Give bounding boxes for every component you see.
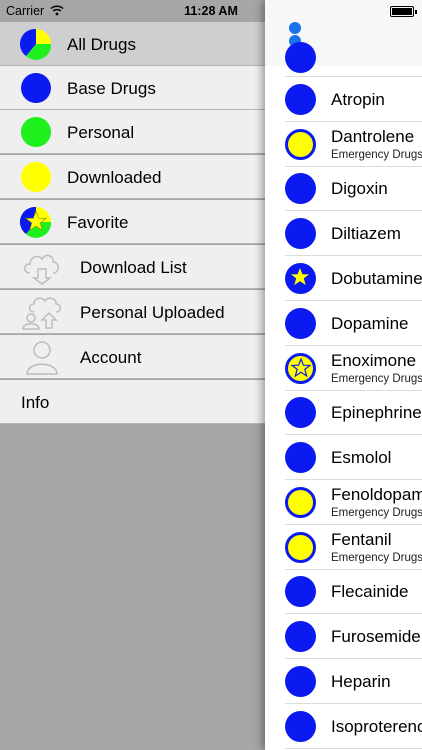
drug-row[interactable]: Furosemide [265, 614, 422, 659]
drug-color-icon [285, 487, 316, 518]
drug-row[interactable]: Fentanil Emergency Drugs [265, 525, 422, 570]
drug-name: Diltiazem [331, 224, 401, 243]
drug-row[interactable]: Flecainide [265, 569, 422, 614]
drug-name: Dantrolene [331, 127, 415, 146]
star-icon [291, 358, 311, 378]
drug-row[interactable]: Diltiazem [265, 211, 422, 256]
menu-item-label: Download List [80, 258, 187, 277]
side-menu: All Drugs Base Drugs Personal Downloaded… [0, 0, 265, 750]
menu-item-label: Personal Uploaded [80, 303, 225, 322]
drug-name: Furosemide [331, 627, 421, 646]
menu-item-label: Downloaded [67, 168, 162, 187]
drug-category: Emergency Drugs [331, 149, 422, 161]
menu-item-label: All Drugs [67, 35, 136, 54]
drug-row[interactable]: Atropin [265, 77, 422, 122]
drug-name: Digoxin [331, 179, 388, 198]
drug-name: Enoximone [331, 351, 417, 370]
drug-color-icon [285, 308, 316, 339]
menu-item-base-drugs[interactable]: Base Drugs [0, 66, 265, 110]
drug-name: Atropin [331, 90, 385, 109]
drug-color-icon [285, 576, 316, 607]
drug-list-panel: Atropin Dantrolene Emergency Drugs Digox… [265, 0, 422, 750]
drug-row[interactable]: Heparin [265, 659, 422, 704]
all-drugs-pie-icon [20, 28, 52, 60]
drug-category: Emergency Drugs [331, 373, 422, 385]
drug-name: Epinephrine [331, 403, 422, 422]
menu-item-all-drugs[interactable]: All Drugs [0, 22, 265, 66]
status-bar: Carrier 11:28 AM [0, 0, 422, 22]
drug-row[interactable]: Fenoldopam Emergency Drugs [265, 480, 422, 525]
drug-row[interactable]: Epinephrine [265, 390, 422, 435]
yellow-dot-icon [21, 162, 51, 192]
drug-list[interactable]: Atropin Dantrolene Emergency Drugs Digox… [265, 42, 422, 750]
drug-name: Esmolol [331, 448, 392, 467]
drug-color-icon [285, 711, 316, 742]
drug-category: Emergency Drugs [331, 507, 422, 519]
blue-dot-icon [21, 73, 51, 103]
drug-row[interactable]: Isoproterenol [265, 704, 422, 749]
drug-color-icon [285, 42, 316, 73]
drug-row[interactable]: Dobutamine [265, 256, 422, 301]
favorite-pie-star-icon [20, 206, 52, 238]
cloud-upload-person-icon [22, 297, 62, 330]
drug-category: Emergency Drugs [331, 552, 422, 564]
menu-item-label: Account [80, 348, 142, 367]
menu-item-label: Info [21, 393, 50, 412]
drug-color-icon [285, 84, 316, 115]
drug-color-icon [285, 621, 316, 652]
drug-name: Isoproterenol [331, 717, 422, 736]
drug-row[interactable]: Digoxin [265, 166, 422, 211]
drug-color-icon [285, 129, 316, 160]
drug-name: Dobutamine [331, 269, 422, 288]
drug-row[interactable]: Dopamine [265, 301, 422, 346]
drug-name: Flecainide [331, 582, 409, 601]
person-icon [26, 341, 58, 375]
green-dot-icon [21, 117, 51, 147]
battery-icon [390, 6, 417, 17]
menu-item-account[interactable]: Account [0, 335, 265, 379]
drug-name: Heparin [331, 672, 391, 691]
menu-item-personal-uploaded[interactable]: Personal Uploaded [0, 290, 265, 334]
menu-item-label: Personal [67, 123, 135, 142]
drug-color-icon [285, 397, 316, 428]
drug-row[interactable]: Dantrolene Emergency Drugs [265, 122, 422, 167]
drug-name: Dopamine [331, 314, 409, 333]
drug-color-icon [285, 218, 316, 249]
menu-item-label: Favorite [67, 213, 129, 232]
drug-row[interactable]: Esmolol [265, 435, 422, 480]
drug-color-icon [285, 532, 316, 563]
menu-item-label: Base Drugs [67, 79, 156, 98]
menu-item-favorite[interactable]: Favorite [0, 200, 265, 244]
drug-color-icon [285, 173, 316, 204]
drug-name: Fentanil [331, 530, 392, 549]
drug-color-icon [285, 666, 316, 697]
dot-icon [289, 22, 301, 34]
menu-item-downloaded[interactable]: Downloaded [0, 155, 265, 199]
clock: 11:28 AM [184, 4, 238, 18]
menu-item-personal[interactable]: Personal [0, 110, 265, 154]
drug-name: Fenoldopam [331, 485, 422, 504]
menu-item-download-list[interactable]: Download List [0, 245, 265, 289]
drug-row[interactable]: Enoximone Emergency Drugs [265, 346, 422, 391]
drug-favorite-icon [285, 263, 316, 294]
drug-favorite-icon [285, 353, 316, 384]
cloud-download-icon [24, 254, 59, 285]
menu-item-info[interactable]: Info [0, 380, 265, 424]
drug-color-icon [285, 442, 316, 473]
star-icon [291, 268, 309, 285]
